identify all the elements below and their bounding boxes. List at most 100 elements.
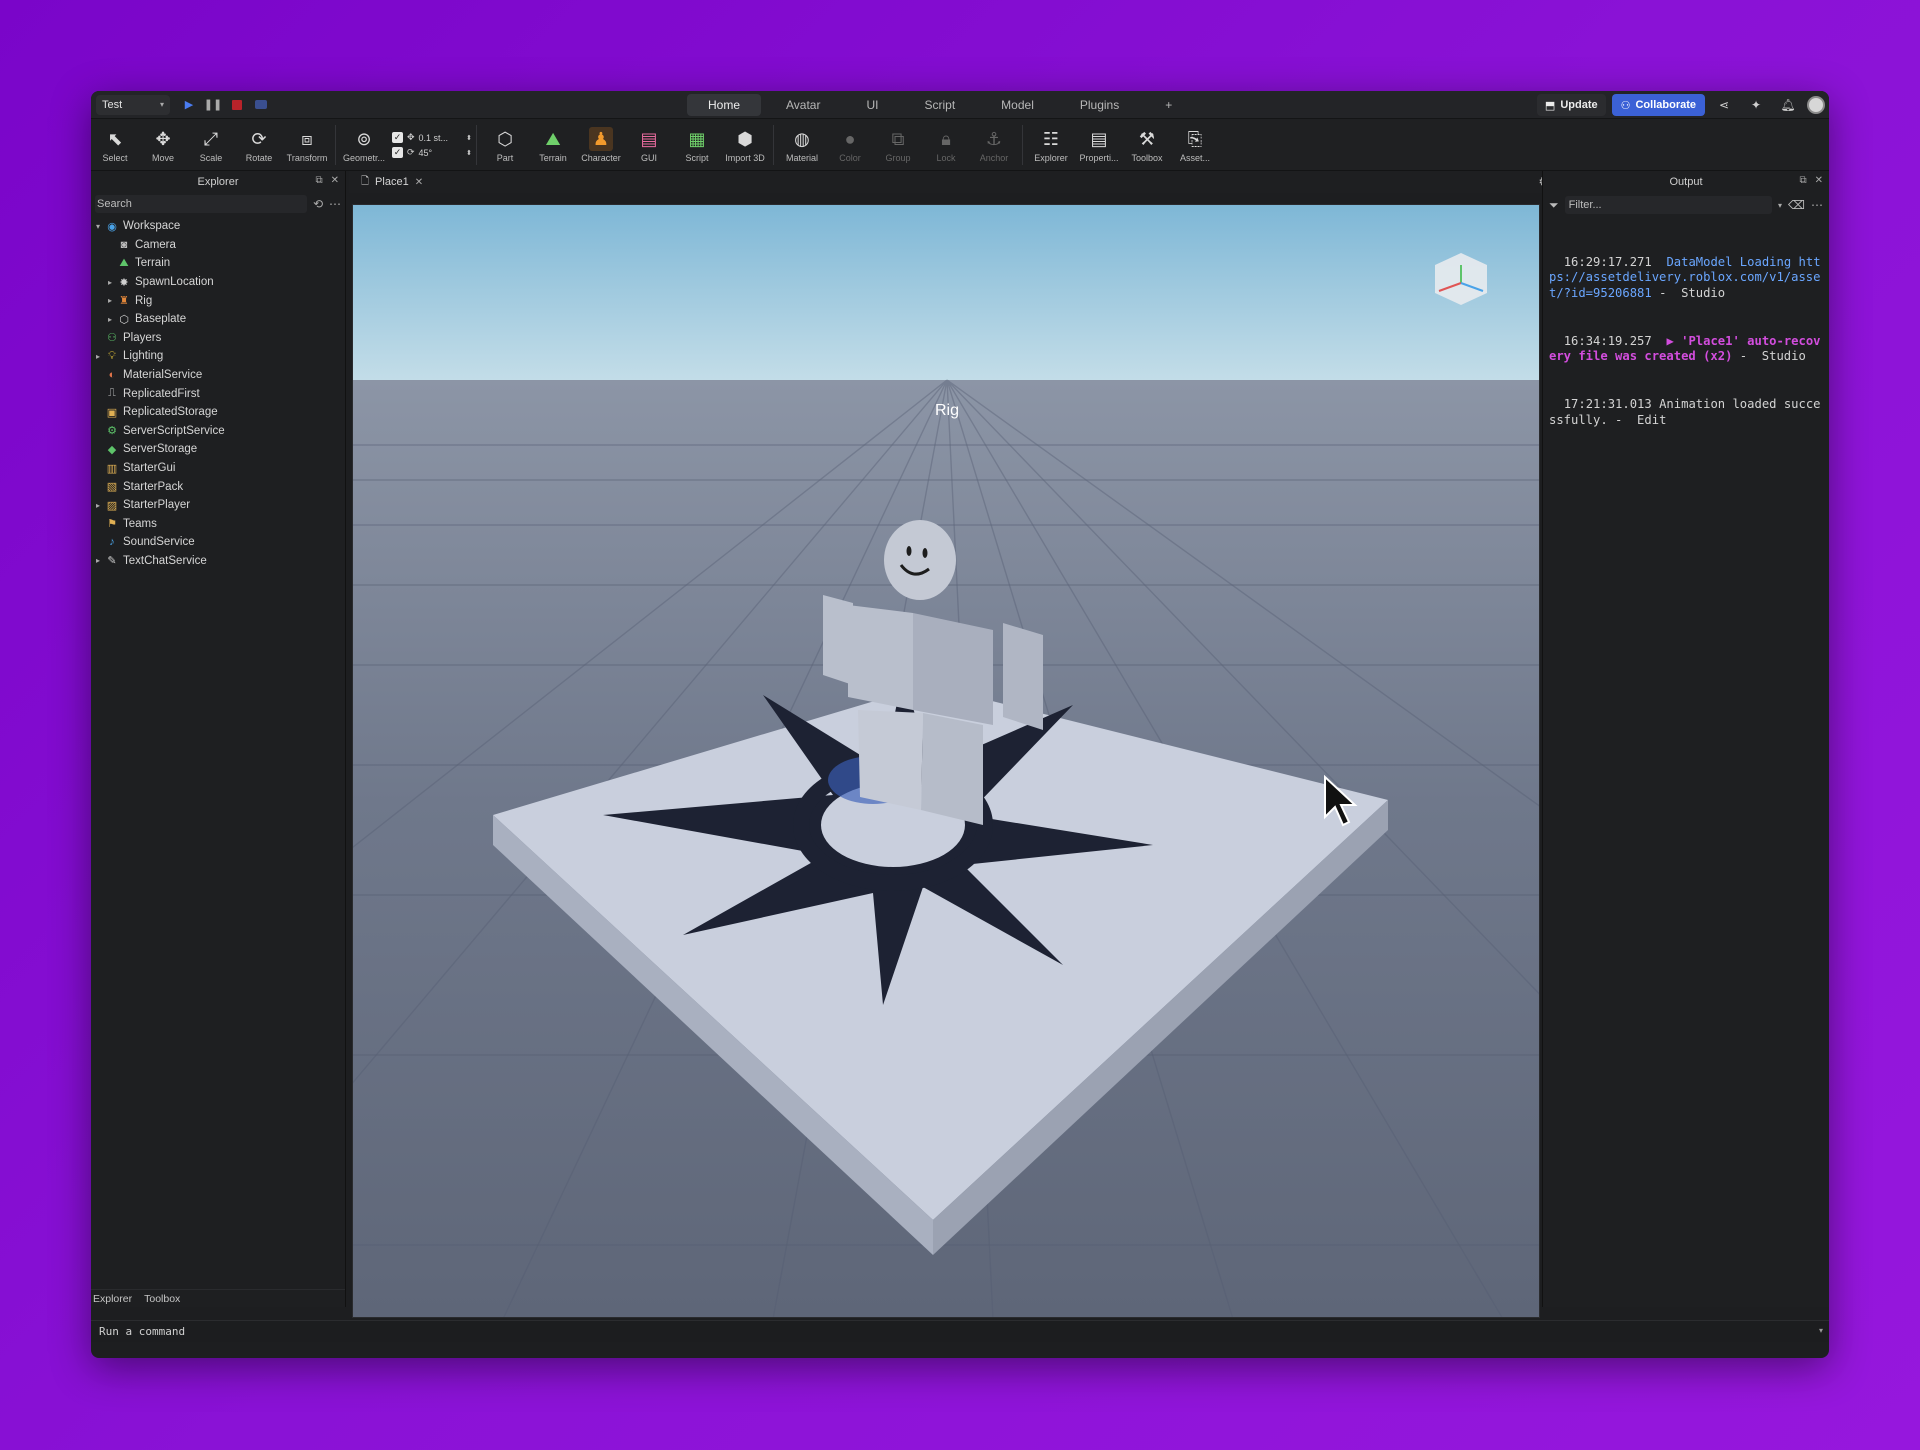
expand-arrow-icon[interactable]: ▸ [105,296,115,305]
checkbox-icon[interactable]: ✓ [392,147,403,158]
expand-arrow-icon[interactable]: ▸ [105,278,115,287]
asset-tool[interactable]: ⎘ Asset... [1171,119,1219,171]
mode-select[interactable]: Test ▾ [96,94,170,115]
geometry-tool[interactable]: ⊚ Geometr... [340,119,388,171]
tab-script[interactable]: Script [903,94,976,116]
undock-icon[interactable]: ⧉ [315,175,322,186]
tab-ui[interactable]: UI [845,94,899,116]
history-icon[interactable]: ⟲ [313,197,323,211]
explorer-search-input[interactable] [95,195,307,213]
expand-arrow-icon[interactable]: ▸ [93,556,103,565]
undock-icon[interactable]: ⧉ [1799,175,1806,186]
clear-broom-icon[interactable]: ⌫ [1788,198,1805,212]
filter-icon[interactable]: ⏷ [1549,198,1559,213]
character-tool[interactable]: ♟ Character [577,119,625,171]
pause-icon[interactable]: ❚❚ [204,96,222,114]
chevron-down-icon[interactable]: ▾ [1819,1326,1823,1335]
script-tool[interactable]: ▦ Script [673,119,721,171]
move-icon: ✥ [155,128,171,149]
explorer-label: Explorer [1034,153,1068,163]
stepper-icon[interactable]: ⬍ [466,149,472,157]
tab-plugins[interactable]: Plugins [1059,94,1140,116]
tab-model[interactable]: Model [980,94,1055,116]
close-icon[interactable]: ✕ [331,175,339,186]
move-tool[interactable]: ✥ Move [139,119,187,171]
tree-item[interactable]: ◐ MaterialService [91,366,345,385]
avatar[interactable] [1807,96,1825,114]
tree-item-label: Rig [135,294,153,307]
expand-arrow-icon[interactable]: ▾ [93,222,103,231]
import-3d-tool[interactable]: ⬢ Import 3D [721,119,769,171]
3d-viewport[interactable]: Rig [352,204,1540,1318]
explorer-panel: Explorer ⧉ ✕ ⟲ ⋯ ▾ ◉ Workspace ◙ Camera ⛰ Terr… [91,171,346,1307]
tab-explorer[interactable]: Explorer [93,1293,132,1305]
gui-tool[interactable]: ▤ GUI [625,119,673,171]
tree-item[interactable]: ⚇ Players [91,329,345,348]
notification-bell-icon[interactable]: 🔔︎ [1775,94,1801,116]
tree-item[interactable]: ▣ ReplicatedStorage [91,403,345,422]
update-button[interactable]: ⬒ Update [1536,94,1606,116]
transform-tool[interactable]: ⧈ Transform [283,119,331,171]
explorer-header: Explorer ⧉ ✕ [91,171,345,193]
tab-toolbox[interactable]: Toolbox [144,1293,180,1305]
window-icon[interactable] [252,96,270,114]
sparkle-icon[interactable]: ✦ [1743,94,1769,116]
command-input[interactable] [99,1325,1699,1338]
close-icon[interactable]: ✕ [1815,175,1823,186]
tree-item[interactable]: ▸ ✎ TextChatService [91,552,345,571]
material-tool[interactable]: ◍ Material [778,119,826,171]
tree-item[interactable]: ▥ StarterGui [91,459,345,478]
tab-place1[interactable]: 🗋︎ Place1 ✕ [353,171,431,193]
update-label: Update [1560,99,1598,111]
tree-item[interactable]: ▾ ◉ Workspace [91,217,345,236]
more-icon[interactable]: ⋯ [1811,198,1823,212]
expand-arrow-icon[interactable]: ▸ [93,501,103,510]
terrain-tool[interactable]: ⛰ Terrain [529,119,577,171]
tree-item[interactable]: ⎍ ReplicatedFirst [91,384,345,403]
color-tool[interactable]: ● Color [826,119,874,171]
stop-icon[interactable] [228,96,246,114]
tree-item[interactable]: ◆ ServerStorage [91,440,345,459]
play-icon[interactable]: ▶ [180,96,198,114]
group-tool[interactable]: ⧉ Group [874,119,922,171]
tree-item[interactable]: ▸ ✸ SpawnLocation [91,273,345,292]
expand-arrow-icon[interactable]: ▸ [105,315,115,324]
tree-item[interactable]: ♪ SoundService [91,533,345,552]
tree-item[interactable]: ▧ StarterPack [91,477,345,496]
viewport-scene[interactable]: Rig [353,205,1540,1318]
snap-rotate-value[interactable]: 45° [419,148,433,158]
tree-item[interactable]: ▸ ⬡ Baseplate [91,310,345,329]
explorer-tool[interactable]: ☷ Explorer [1027,119,1075,171]
output-filter-input[interactable] [1564,196,1773,214]
collaborate-button[interactable]: ⚇ Collaborate [1611,94,1705,116]
more-icon[interactable]: ⋯ [329,197,341,211]
anchor-tool[interactable]: ⚓︎ Anchor [970,119,1018,171]
import-3d-label: Import 3D [725,153,765,163]
tree-item[interactable]: ⚙ ServerScriptService [91,422,345,441]
part-tool[interactable]: ⬡ Part [481,119,529,171]
tree-item[interactable]: ▸ ▨ StarterPlayer [91,496,345,515]
tree-item[interactable]: ▸ 💡︎ Lighting [91,347,345,366]
expand-arrow-icon[interactable]: ▸ [93,352,103,361]
tree-item[interactable]: ◙ Camera [91,236,345,255]
properties-tool[interactable]: ▤ Properti... [1075,119,1123,171]
lock-tool[interactable]: 🔒︎ Lock [922,119,970,171]
add-tab-button[interactable]: + [1144,94,1193,116]
tree-item[interactable]: ⚑ Teams [91,515,345,534]
checkbox-icon[interactable]: ✓ [392,132,403,143]
toolbox-tool[interactable]: ⚒ Toolbox [1123,119,1171,171]
tree-item[interactable]: ▸ ♜ Rig [91,291,345,310]
snap-move-value[interactable]: 0.1 st... [419,133,449,143]
snap-move-row[interactable]: ✓ ✥ 0.1 st... ⬍ [392,132,472,143]
rotate-tool[interactable]: ⟳ Rotate [235,119,283,171]
tab-avatar[interactable]: Avatar [765,94,841,116]
select-tool[interactable]: ⬉ Select [91,119,139,171]
close-icon[interactable]: ✕ [415,177,423,188]
scale-tool[interactable]: ⤢ Scale [187,119,235,171]
snap-rotate-row[interactable]: ✓ ⟳ 45° ⬍ [392,147,472,158]
chevron-down-icon[interactable]: ▾ [1778,201,1782,210]
share-icon[interactable]: ⋖ [1711,94,1737,116]
tree-item[interactable]: ⛰ Terrain [91,254,345,273]
stepper-icon[interactable]: ⬍ [466,134,472,142]
tab-home[interactable]: Home [687,94,762,116]
